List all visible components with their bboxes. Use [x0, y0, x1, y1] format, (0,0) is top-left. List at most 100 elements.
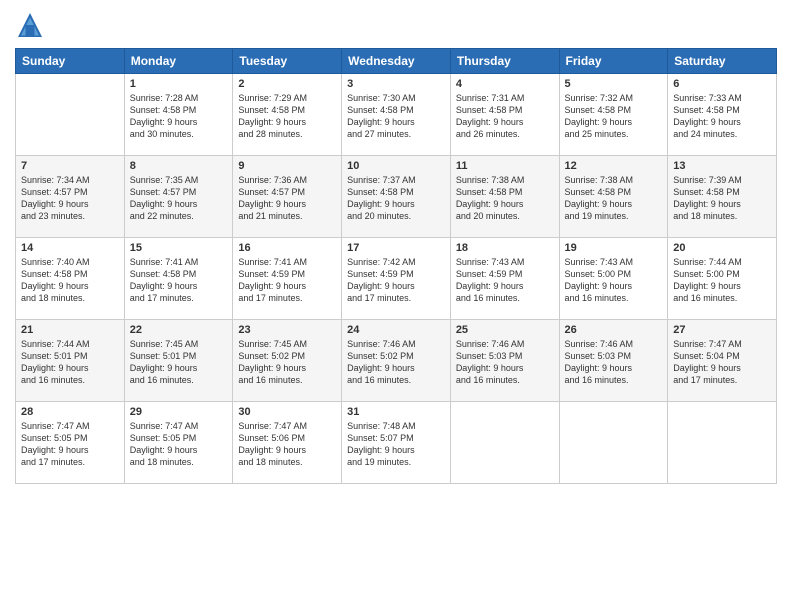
- day-number: 10: [347, 160, 445, 172]
- calendar-day-cell: [668, 402, 777, 484]
- day-info: Sunrise: 7:33 AM Sunset: 4:58 PM Dayligh…: [673, 92, 771, 141]
- day-info: Sunrise: 7:46 AM Sunset: 5:02 PM Dayligh…: [347, 338, 445, 387]
- day-info: Sunrise: 7:39 AM Sunset: 4:58 PM Dayligh…: [673, 174, 771, 223]
- day-info: Sunrise: 7:40 AM Sunset: 4:58 PM Dayligh…: [21, 256, 119, 305]
- calendar-day-cell: 10 Sunrise: 7:37 AM Sunset: 4:58 PM Dayli…: [342, 156, 451, 238]
- header: [15, 10, 777, 40]
- calendar-day-cell: 23 Sunrise: 7:45 AM Sunset: 5:02 PM Dayli…: [233, 320, 342, 402]
- day-number: 8: [130, 160, 228, 172]
- day-number: 14: [21, 242, 119, 254]
- day-number: 16: [238, 242, 336, 254]
- day-info: Sunrise: 7:28 AM Sunset: 4:58 PM Dayligh…: [130, 92, 228, 141]
- calendar-day-cell: 18 Sunrise: 7:43 AM Sunset: 4:59 PM Dayli…: [450, 238, 559, 320]
- calendar-day-cell: 1 Sunrise: 7:28 AM Sunset: 4:58 PM Daylig…: [124, 74, 233, 156]
- day-number: 29: [130, 406, 228, 418]
- weekday-header-cell: Sunday: [16, 49, 125, 74]
- day-info: Sunrise: 7:43 AM Sunset: 4:59 PM Dayligh…: [456, 256, 554, 305]
- day-number: 1: [130, 78, 228, 90]
- calendar-day-cell: 9Sunrise: 7:36 AM Sunset: 4:57 PM Daylig…: [233, 156, 342, 238]
- calendar-day-cell: 14 Sunrise: 7:40 AM Sunset: 4:58 PM Dayli…: [16, 238, 125, 320]
- calendar-day-cell: 20 Sunrise: 7:44 AM Sunset: 5:00 PM Dayli…: [668, 238, 777, 320]
- calendar-day-cell: 21Sunrise: 7:44 AM Sunset: 5:01 PM Dayli…: [16, 320, 125, 402]
- calendar-day-cell: 4 Sunrise: 7:31 AM Sunset: 4:58 PM Daylig…: [450, 74, 559, 156]
- weekday-header-cell: Monday: [124, 49, 233, 74]
- weekday-header-cell: Saturday: [668, 49, 777, 74]
- day-info: Sunrise: 7:36 AM Sunset: 4:57 PM Dayligh…: [238, 174, 336, 223]
- day-number: 26: [565, 324, 663, 336]
- calendar-day-cell: [450, 402, 559, 484]
- day-number: 24: [347, 324, 445, 336]
- calendar-day-cell: 6 Sunrise: 7:33 AM Sunset: 4:58 PM Daylig…: [668, 74, 777, 156]
- day-info: Sunrise: 7:43 AM Sunset: 5:00 PM Dayligh…: [565, 256, 663, 305]
- day-number: 23: [238, 324, 336, 336]
- weekday-header-cell: Friday: [559, 49, 668, 74]
- day-info: Sunrise: 7:32 AM Sunset: 4:58 PM Dayligh…: [565, 92, 663, 141]
- calendar-day-cell: 31 Sunrise: 7:48 AM Sunset: 5:07 PM Dayli…: [342, 402, 451, 484]
- day-number: 11: [456, 160, 554, 172]
- day-info: Sunrise: 7:30 AM Sunset: 4:58 PM Dayligh…: [347, 92, 445, 141]
- page: SundayMondayTuesdayWednesdayThursdayFrid…: [0, 0, 792, 612]
- weekday-header-row: SundayMondayTuesdayWednesdayThursdayFrid…: [16, 49, 777, 74]
- calendar-day-cell: 8 Sunrise: 7:35 AM Sunset: 4:57 PM Daylig…: [124, 156, 233, 238]
- calendar-day-cell: 19 Sunrise: 7:43 AM Sunset: 5:00 PM Dayli…: [559, 238, 668, 320]
- weekday-header-cell: Thursday: [450, 49, 559, 74]
- day-info: Sunrise: 7:37 AM Sunset: 4:58 PM Dayligh…: [347, 174, 445, 223]
- day-number: 13: [673, 160, 771, 172]
- calendar-week-row: 1 Sunrise: 7:28 AM Sunset: 4:58 PM Daylig…: [16, 74, 777, 156]
- weekday-header-cell: Tuesday: [233, 49, 342, 74]
- calendar-day-cell: [559, 402, 668, 484]
- calendar-day-cell: 24 Sunrise: 7:46 AM Sunset: 5:02 PM Dayli…: [342, 320, 451, 402]
- day-info: Sunrise: 7:45 AM Sunset: 5:01 PM Dayligh…: [130, 338, 228, 387]
- day-number: 3: [347, 78, 445, 90]
- day-number: 18: [456, 242, 554, 254]
- day-number: 30: [238, 406, 336, 418]
- day-number: 4: [456, 78, 554, 90]
- day-number: 28: [21, 406, 119, 418]
- weekday-header-cell: Wednesday: [342, 49, 451, 74]
- calendar-day-cell: 7 Sunrise: 7:34 AM Sunset: 4:57 PM Daylig…: [16, 156, 125, 238]
- calendar-day-cell: 30Sunrise: 7:47 AM Sunset: 5:06 PM Dayli…: [233, 402, 342, 484]
- day-info: Sunrise: 7:47 AM Sunset: 5:05 PM Dayligh…: [21, 420, 119, 469]
- day-info: Sunrise: 7:47 AM Sunset: 5:05 PM Dayligh…: [130, 420, 228, 469]
- calendar-day-cell: 16 Sunrise: 7:41 AM Sunset: 4:59 PM Dayli…: [233, 238, 342, 320]
- day-info: Sunrise: 7:34 AM Sunset: 4:57 PM Dayligh…: [21, 174, 119, 223]
- day-number: 17: [347, 242, 445, 254]
- calendar-day-cell: 27 Sunrise: 7:47 AM Sunset: 5:04 PM Dayli…: [668, 320, 777, 402]
- day-number: 27: [673, 324, 771, 336]
- day-info: Sunrise: 7:44 AM Sunset: 5:01 PM Dayligh…: [21, 338, 119, 387]
- day-info: Sunrise: 7:47 AM Sunset: 5:04 PM Dayligh…: [673, 338, 771, 387]
- day-number: 20: [673, 242, 771, 254]
- day-number: 15: [130, 242, 228, 254]
- day-info: Sunrise: 7:41 AM Sunset: 4:58 PM Dayligh…: [130, 256, 228, 305]
- calendar-day-cell: 3 Sunrise: 7:30 AM Sunset: 4:58 PM Daylig…: [342, 74, 451, 156]
- calendar-day-cell: 2Sunrise: 7:29 AM Sunset: 4:58 PM Daylig…: [233, 74, 342, 156]
- calendar-day-cell: 15 Sunrise: 7:41 AM Sunset: 4:58 PM Dayli…: [124, 238, 233, 320]
- calendar-day-cell: 5 Sunrise: 7:32 AM Sunset: 4:58 PM Daylig…: [559, 74, 668, 156]
- calendar-day-cell: 11Sunrise: 7:38 AM Sunset: 4:58 PM Dayli…: [450, 156, 559, 238]
- day-number: 31: [347, 406, 445, 418]
- day-info: Sunrise: 7:45 AM Sunset: 5:02 PM Dayligh…: [238, 338, 336, 387]
- day-info: Sunrise: 7:31 AM Sunset: 4:58 PM Dayligh…: [456, 92, 554, 141]
- calendar-week-row: 7 Sunrise: 7:34 AM Sunset: 4:57 PM Daylig…: [16, 156, 777, 238]
- day-info: Sunrise: 7:48 AM Sunset: 5:07 PM Dayligh…: [347, 420, 445, 469]
- calendar: SundayMondayTuesdayWednesdayThursdayFrid…: [15, 48, 777, 484]
- calendar-day-cell: 26 Sunrise: 7:46 AM Sunset: 5:03 PM Dayli…: [559, 320, 668, 402]
- day-number: 22: [130, 324, 228, 336]
- day-number: 7: [21, 160, 119, 172]
- day-info: Sunrise: 7:35 AM Sunset: 4:57 PM Dayligh…: [130, 174, 228, 223]
- day-info: Sunrise: 7:46 AM Sunset: 5:03 PM Dayligh…: [565, 338, 663, 387]
- day-info: Sunrise: 7:29 AM Sunset: 4:58 PM Dayligh…: [238, 92, 336, 141]
- day-number: 12: [565, 160, 663, 172]
- day-number: 6: [673, 78, 771, 90]
- day-number: 5: [565, 78, 663, 90]
- calendar-day-cell: 25 Sunrise: 7:46 AM Sunset: 5:03 PM Dayli…: [450, 320, 559, 402]
- day-number: 25: [456, 324, 554, 336]
- day-number: 19: [565, 242, 663, 254]
- calendar-day-cell: 22 Sunrise: 7:45 AM Sunset: 5:01 PM Dayli…: [124, 320, 233, 402]
- day-info: Sunrise: 7:41 AM Sunset: 4:59 PM Dayligh…: [238, 256, 336, 305]
- day-info: Sunrise: 7:46 AM Sunset: 5:03 PM Dayligh…: [456, 338, 554, 387]
- calendar-day-cell: 28 Sunrise: 7:47 AM Sunset: 5:05 PM Dayli…: [16, 402, 125, 484]
- logo-icon: [15, 10, 45, 40]
- day-info: Sunrise: 7:44 AM Sunset: 5:00 PM Dayligh…: [673, 256, 771, 305]
- calendar-body: 1 Sunrise: 7:28 AM Sunset: 4:58 PM Daylig…: [16, 74, 777, 484]
